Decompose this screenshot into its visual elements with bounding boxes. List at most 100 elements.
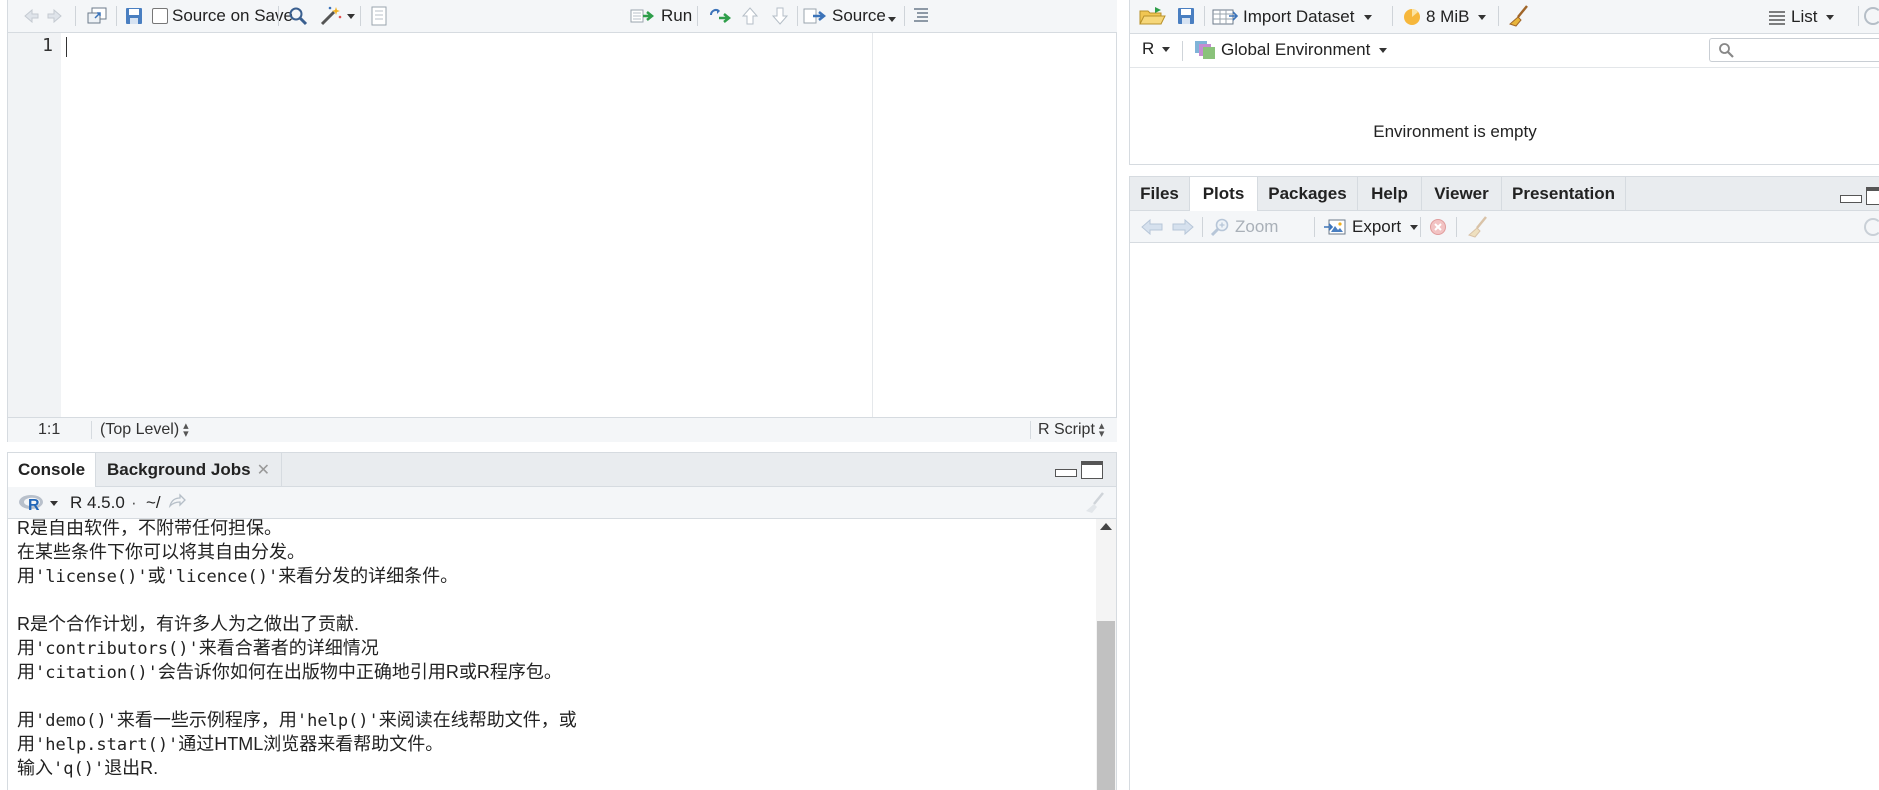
- code-editor-area[interactable]: [61, 33, 872, 417]
- compile-report-icon[interactable]: [371, 6, 387, 30]
- environment-search-input[interactable]: [1709, 38, 1879, 62]
- export-button[interactable]: Export: [1323, 217, 1419, 237]
- source-icon: [803, 8, 827, 24]
- tab-background-jobs[interactable]: Background Jobs ✕: [96, 453, 282, 487]
- console-pane: Console Background Jobs ✕ R R 4.5.0 · ~/…: [7, 452, 1117, 790]
- pane-splitter[interactable]: [1117, 0, 1129, 790]
- show-in-window-icon[interactable]: [86, 6, 108, 30]
- run-label: Run: [661, 6, 693, 25]
- r-version: R 4.5.0: [70, 493, 125, 512]
- scroll-up-arrow-icon[interactable]: [1100, 523, 1112, 530]
- console-text: 退出R.: [104, 758, 159, 778]
- console-line: R是自由软件，不附带任何担保。: [17, 519, 1096, 540]
- console-text: 用: [17, 710, 35, 730]
- console-tab-bar: Console Background Jobs ✕: [8, 453, 1116, 487]
- environment-subtoolbar: R Global Environment: [1130, 34, 1879, 68]
- refresh-icon[interactable]: [1864, 218, 1879, 236]
- console-line: 用'license()'或'licence()'来看分发的详细条件。: [17, 564, 1096, 588]
- environment-stack-icon: [1195, 41, 1215, 59]
- console-command-text: 'help()': [296, 711, 379, 731]
- save-workspace-icon[interactable]: [1177, 7, 1195, 29]
- environment-empty-message: Environment is empty: [1373, 122, 1537, 141]
- source-on-save-checkbox[interactable]: [152, 8, 168, 24]
- import-dataset-label: Import Dataset: [1243, 7, 1355, 26]
- console-text: 或: [147, 566, 166, 586]
- tab-files[interactable]: Files: [1130, 177, 1190, 211]
- environment-content: Environment is empty: [1130, 68, 1879, 164]
- console-text: 来看分发的详细条件。: [278, 566, 459, 586]
- run-icon: [630, 9, 655, 23]
- line-number: 1: [42, 35, 53, 56]
- import-dataset-button[interactable]: Import Dataset: [1212, 7, 1372, 27]
- files-plots-pane: Files Plots Packages Help Viewer Present…: [1129, 176, 1879, 790]
- console-text: 用: [17, 662, 35, 682]
- previous-plot-icon[interactable]: [1140, 218, 1164, 240]
- console-command-text: 'demo()': [35, 711, 117, 731]
- minimize-pane-icon[interactable]: [1840, 195, 1862, 203]
- editor-status-bar: 1:1 (Top Level) ▴ ▾ R Script ▴ ▾: [8, 417, 1117, 442]
- console-output[interactable]: R是自由软件，不附带任何担保。 在某些条件下你可以将其自由分发。 用'license…: [8, 519, 1096, 790]
- file-type-label: R Script: [1038, 421, 1095, 438]
- tab-help[interactable]: Help: [1358, 177, 1422, 211]
- scope-selector[interactable]: (Top Level) ▴ ▾: [100, 420, 189, 440]
- next-plot-icon[interactable]: [1171, 218, 1195, 240]
- clear-plots-broom-icon[interactable]: [1466, 215, 1490, 243]
- source-options-caret[interactable]: [884, 9, 896, 26]
- maximize-pane-icon[interactable]: [1081, 461, 1103, 479]
- remove-plot-icon[interactable]: [1429, 218, 1447, 240]
- console-command-text: 'citation()': [35, 663, 158, 683]
- view-mode-button[interactable]: List: [1768, 7, 1835, 27]
- console-text: 用: [17, 638, 35, 658]
- go-to-directory-icon[interactable]: [168, 493, 186, 513]
- working-directory[interactable]: ~/: [146, 493, 161, 513]
- forward-icon[interactable]: [46, 7, 64, 29]
- tab-presentation[interactable]: Presentation: [1502, 177, 1626, 211]
- clear-workspace-broom-icon[interactable]: [1507, 4, 1531, 32]
- editor-toolbar: Source on Save Run Source: [8, 0, 1117, 33]
- save-icon[interactable]: [125, 7, 143, 29]
- console-text: R是自由软件，不附带任何担保。: [17, 519, 282, 538]
- run-button[interactable]: Run: [630, 6, 692, 26]
- r-logo-icon[interactable]: R: [18, 493, 58, 513]
- environment-pane: Import Dataset 8 MiB List R Global Envir…: [1129, 0, 1879, 165]
- memory-usage-button[interactable]: 8 MiB: [1403, 7, 1487, 27]
- minimize-pane-icon[interactable]: [1055, 469, 1077, 477]
- rerun-icon[interactable]: [707, 7, 733, 29]
- console-lines: R是自由软件，不附带任何担保。 在某些条件下你可以将其自由分发。 用'license…: [17, 519, 1096, 780]
- console-line: 用'demo()'来看一些示例程序，用'help()'来阅读在线帮助文件，或: [17, 708, 1096, 732]
- clear-console-broom-icon[interactable]: [1083, 491, 1107, 519]
- updown-icon: ▴ ▾: [1098, 420, 1105, 440]
- maximize-pane-icon[interactable]: [1866, 187, 1879, 205]
- close-icon[interactable]: ✕: [257, 460, 270, 480]
- editor-gutter: 1: [8, 33, 61, 417]
- document-outline-icon[interactable]: [912, 7, 930, 27]
- go-to-next-section-icon[interactable]: [771, 6, 789, 30]
- console-text: 输入: [17, 758, 53, 778]
- code-tools-wand-icon[interactable]: [319, 5, 355, 27]
- export-label: Export: [1352, 217, 1402, 236]
- zoom-button[interactable]: Zoom: [1210, 217, 1278, 237]
- go-to-previous-section-icon[interactable]: [741, 6, 759, 30]
- console-command-text: 'license()': [35, 567, 148, 587]
- scrollbar-thumb[interactable]: [1097, 621, 1115, 790]
- tab-plots[interactable]: Plots: [1190, 177, 1258, 211]
- environment-scope-selector[interactable]: Global Environment: [1194, 39, 1388, 61]
- load-workspace-icon[interactable]: [1139, 6, 1167, 30]
- refresh-icon[interactable]: [1864, 7, 1879, 25]
- tab-packages[interactable]: Packages: [1258, 177, 1358, 211]
- console-command-text: 'q()': [53, 759, 105, 779]
- tab-viewer[interactable]: Viewer: [1422, 177, 1502, 211]
- cursor-position: 1:1: [38, 421, 61, 438]
- back-icon[interactable]: [22, 7, 40, 29]
- tab-console[interactable]: Console: [8, 453, 96, 487]
- console-scrollbar[interactable]: [1096, 519, 1116, 790]
- file-type-selector[interactable]: R Script ▴ ▾: [1038, 420, 1105, 440]
- source-button[interactable]: Source: [803, 6, 886, 26]
- language-selector[interactable]: R: [1142, 39, 1171, 59]
- search-icon: [1718, 42, 1734, 62]
- updown-icon: ▴ ▾: [183, 420, 189, 440]
- search-icon[interactable]: [288, 6, 308, 30]
- environment-toolbar: Import Dataset 8 MiB List: [1130, 0, 1879, 34]
